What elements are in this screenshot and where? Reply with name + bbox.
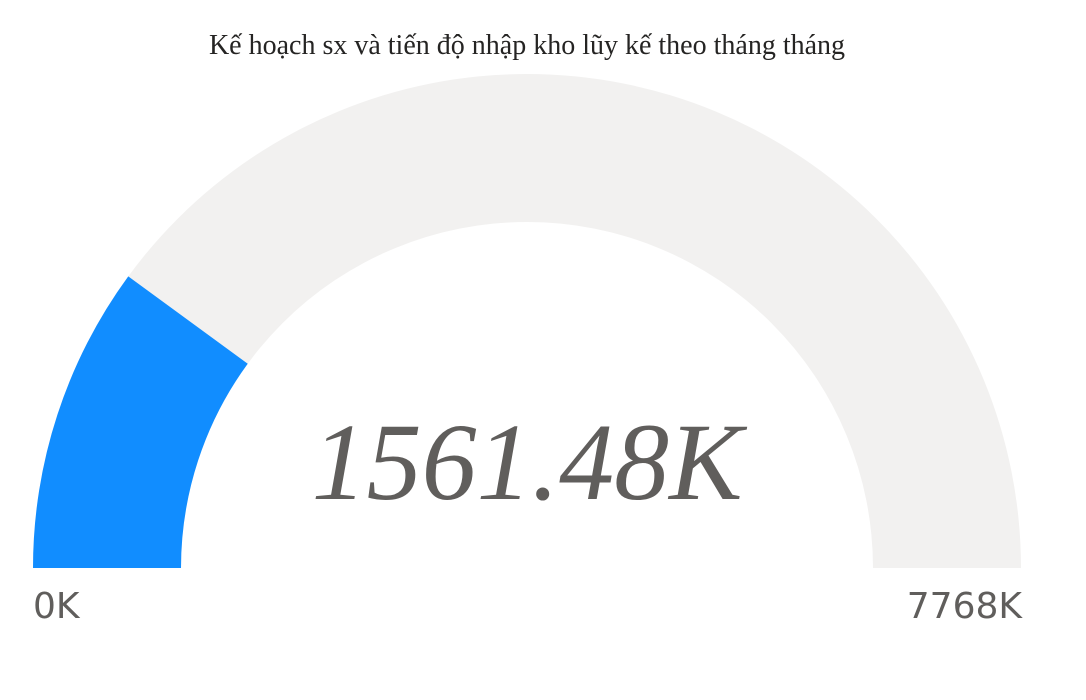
gauge-min-label: 0K — [33, 586, 80, 627]
gauge-value-label: 1561.48K — [311, 401, 743, 523]
gauge-max-label: 7768K — [906, 586, 1022, 627]
